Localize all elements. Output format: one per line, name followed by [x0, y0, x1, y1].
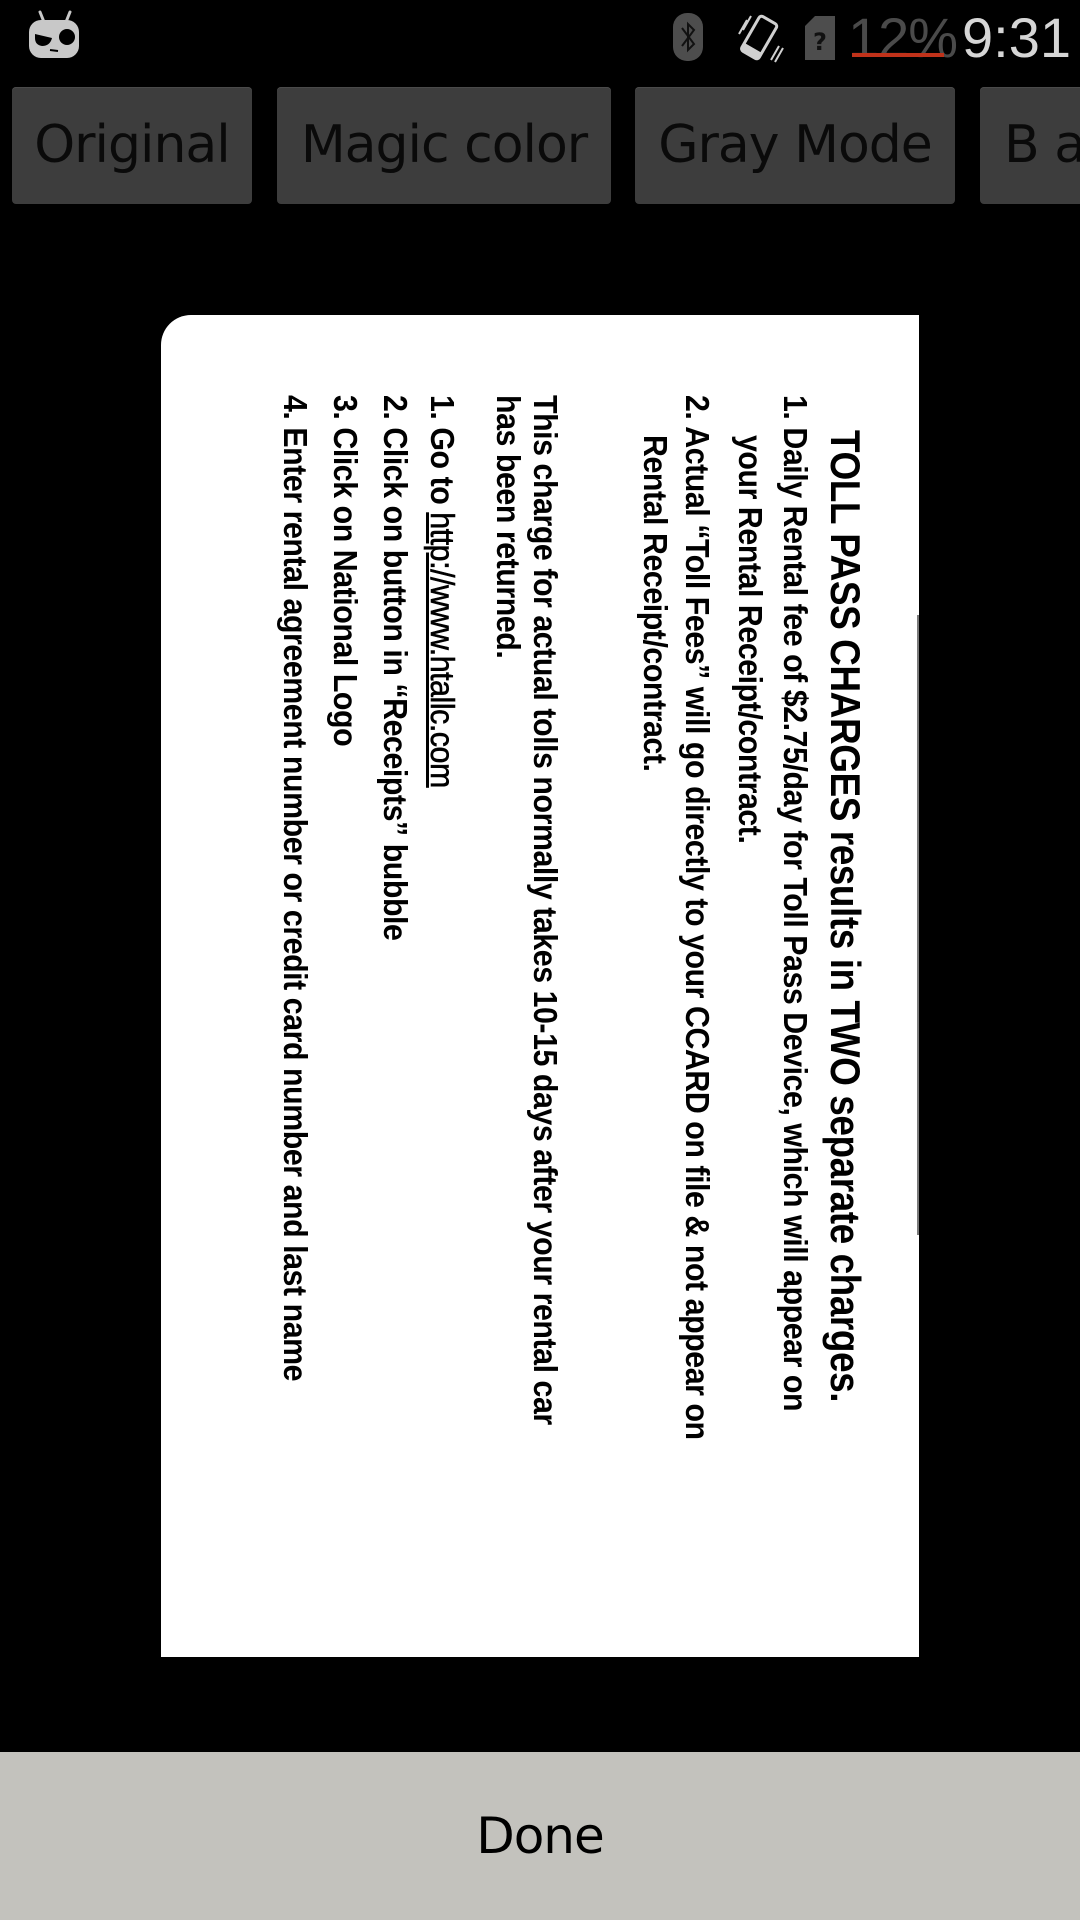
- step-1: 1. Go to http://www.htallc.com: [422, 395, 462, 788]
- step-1-prefix: 1. Go to: [424, 395, 461, 513]
- step-3: 3. Click on National Logo: [327, 395, 364, 747]
- filter-toolbar[interactable]: Original Magic color Gray Mode B a: [0, 75, 1080, 210]
- step-4: 4. Enter rental agreement number or cred…: [277, 395, 314, 1382]
- svg-text:?: ?: [813, 28, 827, 56]
- note-line-2: has been returned.: [490, 395, 527, 659]
- cyanogenmod-icon: [29, 10, 79, 58]
- vibrate-icon: [738, 14, 784, 63]
- status-bar: ? 12% 9:31: [0, 0, 1080, 75]
- no-sim-icon: ?: [805, 16, 835, 60]
- charge-2-line-2: Rental Receipt/contract.: [637, 435, 674, 772]
- battery-level-indicator: [852, 53, 944, 57]
- scanned-document: TOLL PASS CHARGES results in TWO separat…: [161, 315, 919, 1657]
- filter-magic-color-button[interactable]: Magic color: [277, 87, 611, 204]
- done-label: Done: [476, 1807, 605, 1865]
- note-line-1: This charge for actual tolls normally ta…: [527, 395, 564, 1425]
- charge-2-line-1: 2. Actual “Toll Fees” will go directly t…: [679, 395, 716, 1440]
- bluetooth-icon: [673, 13, 703, 61]
- page-edge-artifact: [917, 615, 919, 1235]
- document-title: TOLL PASS CHARGES results in TWO separat…: [822, 430, 869, 1403]
- filter-original-button[interactable]: Original: [12, 87, 252, 204]
- battery-percent: 12%: [848, 6, 958, 69]
- step-2: 2. Click on button in “Receipts” bubble: [377, 395, 414, 941]
- filter-gray-mode-button[interactable]: Gray Mode: [635, 87, 955, 204]
- document-page: TOLL PASS CHARGES results in TWO separat…: [161, 315, 919, 1657]
- htallc-link: http://www.htallc.com: [424, 512, 462, 788]
- charge-1-line-2: your Rental Receipt/contract.: [732, 435, 769, 844]
- clock: 9:31: [962, 6, 1071, 69]
- filter-bw-button[interactable]: B a: [980, 87, 1080, 204]
- done-button[interactable]: Done: [0, 1752, 1080, 1920]
- charge-1-line-1: 1. Daily Rental fee of $2.75/day for Tol…: [777, 395, 814, 1412]
